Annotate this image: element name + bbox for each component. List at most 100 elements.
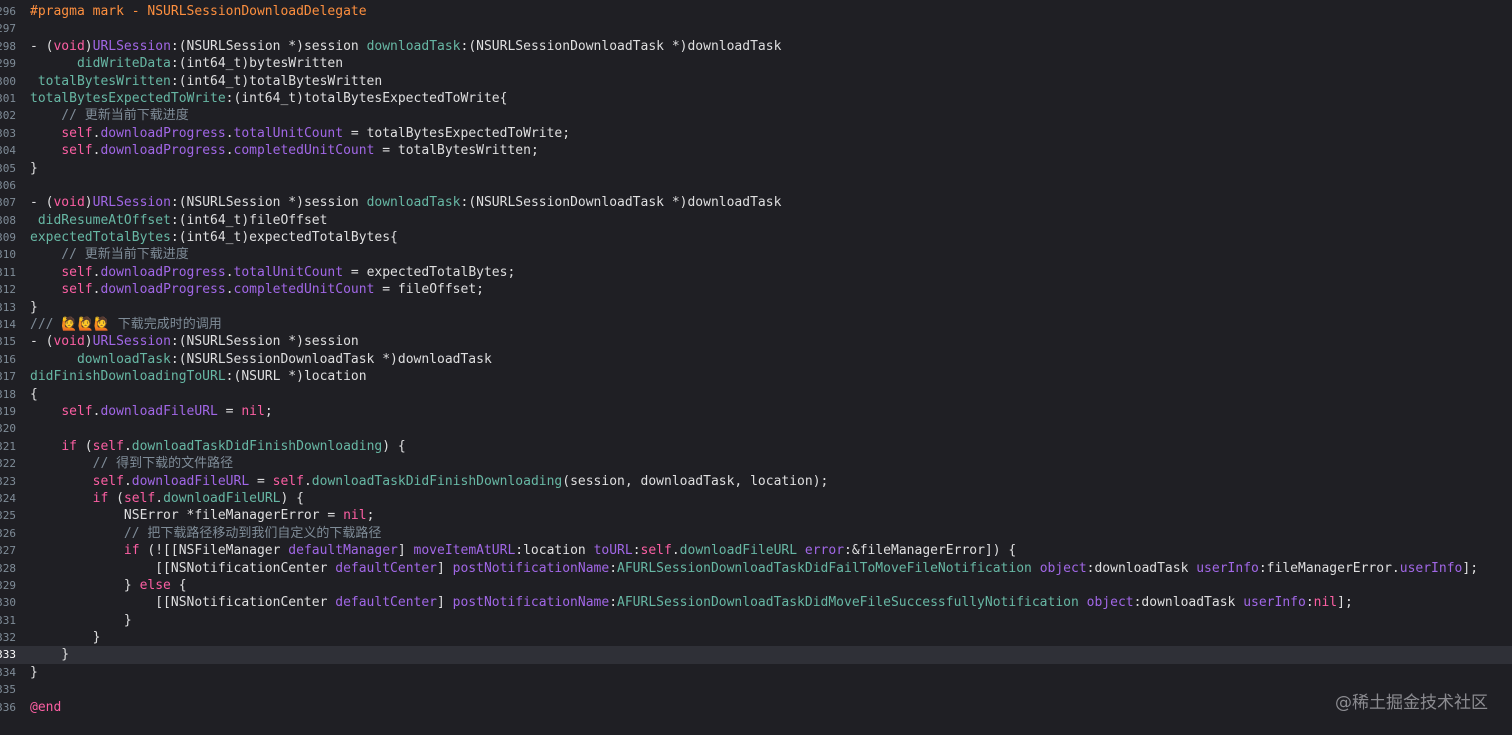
code-line[interactable]: 303 self.downloadProgress.totalUnitCount… [0,125,1512,142]
code-text: didResumeAtOffset:(int64_t)fileOffset [30,212,328,229]
code-token: totalBytesWritten [37,73,171,89]
line-number: 320 [0,422,16,436]
code-token: ) { [382,438,406,454]
code-line[interactable]: 322 // 得到下载的文件路径 [0,455,1512,472]
code-line[interactable]: 315 - (void)URLSession:(NSURLSession *)se… [0,333,1512,350]
code-token: ) [84,38,93,54]
code-token: didResumeAtOffset [37,212,171,228]
code-line[interactable]: 328 [[NSNotificationCenter defaultCenter… [0,560,1512,577]
code-token: self [92,438,124,454]
line-number: 302 [0,109,16,123]
code-token: downloadProgress [100,125,226,141]
code-text: didWriteData:(int64_t)bytesWritten [30,55,343,72]
code-token: nil [343,508,367,524]
code-line[interactable]: 304 self.downloadProgress.completedUnitC… [0,142,1512,159]
code-token: self [61,125,93,141]
code-line[interactable]: 321 if (self.downloadTaskDidFinishDownlo… [0,438,1512,455]
line-number: 327 [0,544,16,558]
code-line[interactable]: 326 // 把下载路径移动到我们自定义的下载路径 [0,525,1512,542]
code-token: . [225,282,234,298]
line-number: 311 [0,265,16,279]
code-line[interactable]: 301 totalBytesExpectedToWrite:(int64_t)to… [0,90,1512,107]
code-text: // 更新当前下载进度 [30,107,189,124]
code-line[interactable]: 329 } else { [0,577,1512,594]
code-line[interactable]: 297 [0,20,1512,37]
code-token: downloadProgress [100,143,226,159]
code-line[interactable]: 312 self.downloadProgress.completedUnitC… [0,281,1512,298]
code-line[interactable]: 313} [0,299,1512,316]
code-token: - ( [30,334,54,350]
code-line[interactable]: 332 } [0,629,1512,646]
code-token: completedUnitCount [233,143,375,159]
code-text: expectedTotalBytes:(int64_t)expectedTota… [30,229,398,246]
code-line[interactable]: 311 self.downloadProgress.totalUnitCount… [0,264,1512,281]
line-number: 325 [0,509,16,523]
code-token: userInfo [1196,560,1259,576]
code-line[interactable]: 308 didResumeAtOffset:(int64_t)fileOffse… [0,212,1512,229]
code-token: downloadFileURL [679,543,798,559]
code-line[interactable]: 320 [0,420,1512,437]
line-number: 307 [0,196,16,210]
code-line[interactable]: 302 // 更新当前下载进度 [0,107,1512,124]
code-line[interactable]: 309 expectedTotalBytes:(int64_t)expectedT… [0,229,1512,246]
line-number: 296 [0,5,16,18]
code-line[interactable]: 333 } [0,646,1512,664]
line-number: 330 [0,596,16,610]
code-line[interactable]: 316 downloadTask:(NSURLSessionDownloadTa… [0,351,1512,368]
code-line[interactable]: 298 - (void)URLSession:(NSURLSession *)se… [0,38,1512,55]
line-number: 312 [0,283,16,297]
code-token: } [30,577,140,593]
code-text: self.downloadFileURL = self.downloadTask… [30,473,829,490]
code-line[interactable]: 327 if (![[NSFileManager defaultManager]… [0,542,1512,559]
code-token: ( [76,438,93,454]
code-editor[interactable]: 296 #pragma mark - NSURLSessionDownloadDe… [0,3,1512,716]
code-token: self [92,473,124,489]
code-token: nil [241,403,265,419]
code-token: // 得到下载的文件路径 [30,456,234,472]
code-line[interactable]: 323 self.downloadFileURL = self.download… [0,473,1512,490]
code-token: defaultManager [288,543,398,559]
code-token: : [1305,595,1314,611]
code-token: 下载完成时的调用 [109,317,222,333]
line-number: 313 [0,300,16,314]
code-line[interactable]: 310 // 更新当前下载进度 [0,246,1512,263]
code-line[interactable]: 299 didWriteData:(int64_t)bytesWritten [0,55,1512,72]
line-number: 324 [0,491,16,505]
code-text: } [30,612,132,629]
line-number: 317 [0,370,16,384]
code-line[interactable]: 318 { [0,386,1512,403]
code-line[interactable]: 324 if (self.downloadFileURL) { [0,490,1512,507]
line-number: 332 [0,631,16,645]
code-token: downloadTaskDidFinishDownloading [311,473,563,489]
code-line[interactable]: 319 self.downloadFileURL = nil; [0,403,1512,420]
code-line[interactable]: 325 NSError *fileManagerError = nil; [0,507,1512,524]
code-line[interactable]: 317 didFinishDownloadingToURL:(NSURL *)lo… [0,368,1512,385]
code-line[interactable]: 306 [0,177,1512,194]
code-line[interactable]: 296 #pragma mark - NSURLSessionDownloadDe… [0,3,1512,20]
code-text: self.downloadProgress.totalUnitCount = e… [30,264,515,281]
code-token: :(int64_t)totalBytesExpectedToWrite{ [225,90,508,106]
line-number: 323 [0,474,16,488]
code-token: (session, downloadTask, location); [562,473,829,489]
code-token: nil [1313,595,1338,611]
code-token: if [61,438,77,454]
code-token: . [225,264,234,280]
code-line[interactable]: 314 /// 🙋🙋🙋 下载完成时的调用 [0,316,1512,333]
code-line[interactable]: 307 - (void)URLSession:(NSURLSession *)se… [0,194,1512,211]
code-line[interactable]: 335 [0,681,1512,698]
code-line[interactable]: 330 [[NSNotificationCenter defaultCenter… [0,594,1512,611]
code-token: object [1086,595,1134,611]
code-line[interactable]: 334} [0,664,1512,681]
code-token: } [30,664,38,680]
code-line[interactable]: 331 } [0,612,1512,629]
code-token: ] [437,595,453,611]
code-line[interactable]: 300 totalBytesWritten:(int64_t)totalByte… [0,73,1512,90]
line-number: 326 [0,526,16,540]
code-line[interactable]: 336 @end [0,699,1512,716]
code-line[interactable]: 305} [0,160,1512,177]
